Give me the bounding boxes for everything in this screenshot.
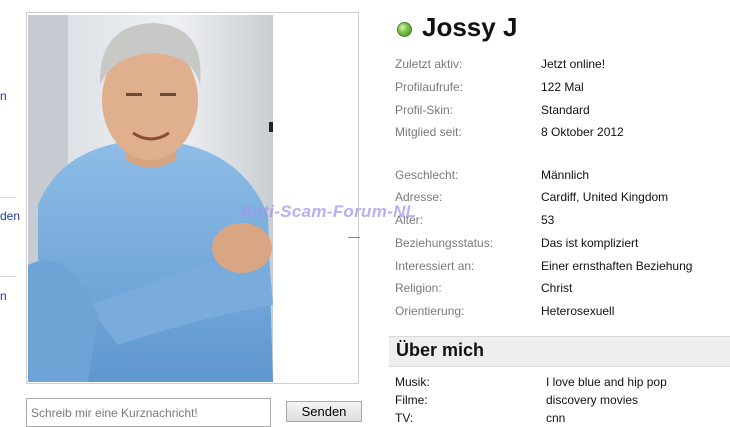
about-label-tv: TV:	[395, 411, 414, 425]
info-label-last-active: Zuletzt aktiv:	[395, 57, 463, 71]
about-label-movies: Filme:	[395, 393, 428, 407]
info-value-member-since: 8 Oktober 2012	[541, 125, 624, 139]
frame-marker	[348, 237, 360, 238]
info-value-profile-skin: Standard	[541, 103, 590, 117]
info-label-orientation: Orientierung:	[395, 304, 465, 318]
online-status-icon	[397, 22, 412, 37]
info-label-gender: Geschlecht:	[395, 168, 459, 182]
sidebar-link-fragment[interactable]: n	[0, 289, 7, 303]
profile-photo[interactable]	[28, 15, 273, 382]
portrait-photo-icon	[28, 15, 273, 382]
quick-message-input[interactable]	[26, 398, 271, 427]
info-label-profile-views: Profilaufrufe:	[395, 80, 464, 94]
sidebar-divider	[0, 276, 16, 277]
sidebar-link-fragment[interactable]: n	[0, 89, 7, 103]
about-label-music: Musik:	[395, 375, 430, 389]
info-value-gender: Männlich	[541, 168, 590, 182]
about-value-music: I love blue and hip pop	[546, 375, 667, 389]
send-button[interactable]: Senden	[286, 401, 362, 422]
frame-marker	[269, 122, 273, 132]
profile-name: Jossy J	[422, 12, 518, 42]
info-value-orientation: Heterosexuell	[541, 304, 615, 318]
sidebar-divider	[0, 197, 16, 198]
about-value-movies: discovery movies	[546, 393, 639, 407]
watermark: Anti-Scam-Forum-NL	[240, 202, 417, 221]
info-label-religion: Religion:	[395, 281, 442, 295]
info-value-religion: Christ	[541, 281, 573, 295]
about-value-tv: cnn	[546, 411, 566, 425]
info-label-profile-skin: Profil-Skin:	[395, 103, 454, 117]
info-value-last-active: Jetzt online!	[541, 57, 606, 71]
info-value-age: 53	[541, 213, 555, 227]
info-value-profile-views: 122 Mal	[541, 80, 584, 94]
info-value-address: Cardiff, United Kingdom	[541, 190, 669, 204]
info-label-member-since: Mitglied seit:	[395, 125, 462, 139]
sidebar-link-fragment[interactable]: den	[0, 209, 20, 223]
info-label-interested-in: Interessiert an:	[395, 259, 475, 273]
info-label-relationship-status: Beziehungsstatus:	[395, 236, 494, 250]
about-title: Über mich	[396, 340, 485, 360]
info-value-interested-in: Einer ernsthaften Beziehung	[541, 259, 693, 273]
info-value-relationship-status: Das ist kompliziert	[541, 236, 639, 250]
